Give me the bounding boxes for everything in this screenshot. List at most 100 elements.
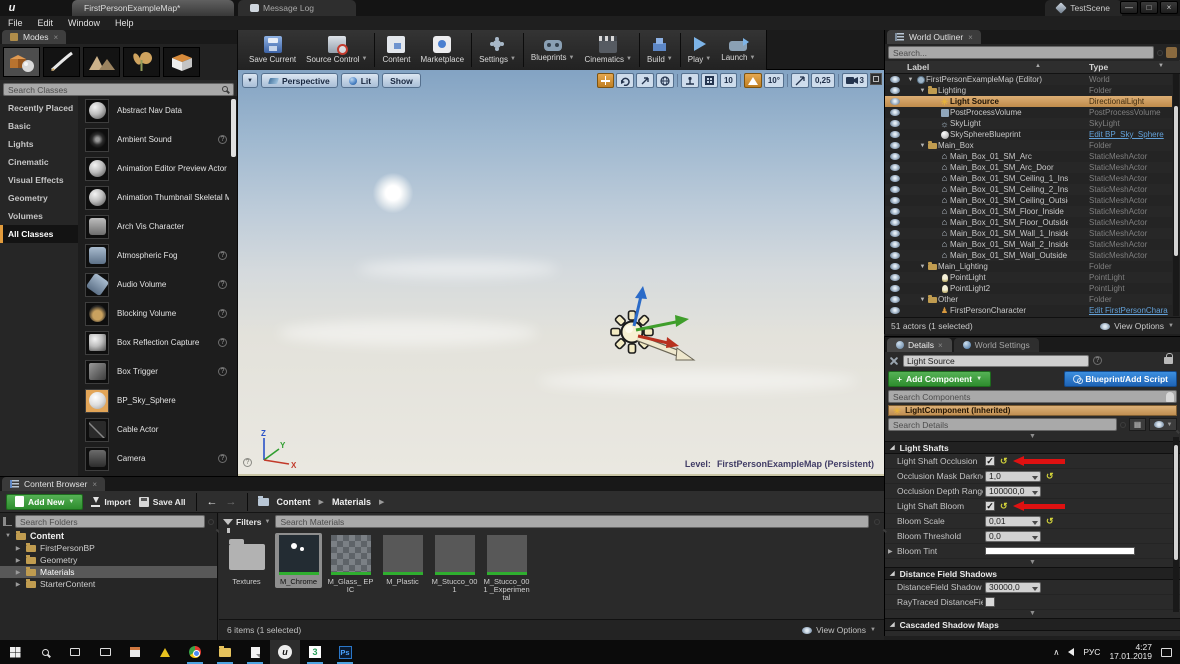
visibility-eye-icon[interactable] (890, 120, 900, 127)
visibility-eye-icon[interactable] (890, 263, 900, 270)
language-indicator[interactable]: РУС (1083, 647, 1100, 657)
save-all-button[interactable]: Save All (138, 496, 186, 507)
visibility-eye-icon[interactable] (890, 230, 900, 237)
table-row[interactable]: ⌂ Main_Box_01_SM_Floor_Outside StaticMeshA… (885, 217, 1172, 228)
grid-snap-value[interactable]: 10 (719, 73, 737, 88)
geometry-mode-button[interactable] (163, 47, 200, 77)
save-current-button[interactable]: Save Current (244, 35, 301, 66)
taskbar-clock[interactable]: 4:27 17.01.2019 (1109, 642, 1152, 662)
section-cascaded-shadow-maps[interactable]: ◢ Cascaded Shadow Maps (885, 618, 1180, 631)
file-explorer-button[interactable] (210, 640, 240, 664)
lit-mode-button[interactable]: Lit (340, 73, 380, 88)
start-button[interactable] (0, 640, 30, 664)
table-row[interactable]: ⌂ Main_Box_01_SM_Wall_2_Inside StaticMeshA… (885, 239, 1172, 250)
asset-m-glass-epic[interactable]: M_Glass_ EPIC (327, 533, 374, 596)
expander-icon[interactable]: ▼ (918, 297, 927, 303)
close-button[interactable]: × (1160, 1, 1178, 14)
table-row[interactable]: ♟ FirstPersonCharacter Edit FirstPersonCha… (885, 305, 1172, 316)
table-row[interactable]: ⌂ Main_Box_01_SM_Floor_Inside StaticMeshAc… (885, 206, 1172, 217)
list-item[interactable]: Audio Volume? (78, 270, 237, 299)
add-component-button[interactable]: + Add Component ▼ (888, 371, 992, 387)
scene-title-tab[interactable]: TestScene (1045, 0, 1122, 16)
category-visual-effects[interactable]: Visual Effects (0, 171, 78, 189)
lock-icon[interactable] (1164, 353, 1173, 364)
expander-icon[interactable]: ▶ (14, 557, 22, 564)
table-row[interactable]: ⌂ Main_Box_01_SM_Ceiling_Outside StaticMes… (885, 195, 1172, 206)
tab-world-settings[interactable]: World Settings (953, 338, 1039, 352)
task-view-button[interactable] (60, 640, 90, 664)
chevron-down-icon[interactable]: ▼ (1158, 63, 1164, 69)
import-button[interactable]: Import (91, 496, 131, 507)
asset-m-stucco-001[interactable]: M_Stucco_001 (431, 533, 478, 596)
maximize-viewport-button[interactable] (870, 73, 882, 85)
table-row[interactable]: ☼ SkyLight SkyLight (885, 118, 1172, 129)
table-row[interactable]: PointLight PointLight (885, 272, 1172, 283)
cinematics-button[interactable]: Cinematics ▼ (579, 35, 637, 66)
column-type[interactable]: Type (1089, 62, 1108, 72)
marketplace-button[interactable]: Marketplace (415, 35, 469, 66)
table-row[interactable]: ⌂ Main_Box_01_SM_Wall_Outside StaticMeshAc… (885, 250, 1172, 261)
view-options-button[interactable]: View Options ▼ (1100, 321, 1174, 331)
visibility-eye-icon[interactable] (890, 109, 900, 116)
angle-snap-value[interactable]: 10° (763, 73, 784, 88)
notes-button[interactable] (240, 640, 270, 664)
distancefield-shadow-distance-field[interactable]: 30000,0 (985, 581, 1041, 593)
occlusion-depth-range-field[interactable]: 100000,0 (985, 485, 1041, 497)
blueprint-add-script-button[interactable]: Blueprint/Add Script (1064, 371, 1177, 387)
help-icon[interactable]: ? (218, 251, 227, 260)
expander-icon[interactable]: ▶ (14, 569, 22, 576)
tab-details[interactable]: Details × (887, 338, 952, 352)
visibility-eye-icon[interactable] (890, 296, 900, 303)
asset-m-chrome-selected[interactable]: M_Chrome (275, 533, 322, 588)
foliage-mode-button[interactable] (123, 47, 160, 77)
tab-map[interactable]: FirstPersonExampleMap* (72, 0, 234, 16)
outliner-search-input[interactable] (888, 46, 1154, 59)
expander-caret[interactable]: ▼ (885, 559, 1180, 567)
help-icon[interactable]: ? (218, 135, 227, 144)
world-local-toggle[interactable] (655, 73, 674, 88)
section-distance-field-shadows[interactable]: ◢ Distance Field Shadows (885, 567, 1180, 580)
help-icon[interactable]: ? (1093, 356, 1102, 365)
help-icon[interactable]: ? (218, 367, 227, 376)
close-icon[interactable]: × (968, 33, 973, 42)
table-row[interactable]: ▼ Lighting Folder (885, 85, 1172, 96)
table-row[interactable]: SkySphereBlueprint Edit BP_Sky_Sphere (885, 129, 1172, 140)
minimize-button[interactable]: — (1120, 1, 1138, 14)
category-all-classes[interactable]: All Classes (0, 225, 78, 243)
visibility-eye-icon[interactable] (890, 153, 900, 160)
aimp-button[interactable] (150, 640, 180, 664)
edit-character-link[interactable]: Edit FirstPersonChara (1089, 306, 1168, 315)
expander-icon[interactable]: ▶ (888, 548, 893, 555)
visibility-eye-icon[interactable] (890, 76, 900, 83)
volume-icon[interactable] (1068, 648, 1075, 656)
notification-center-icon[interactable] (1161, 647, 1172, 657)
place-mode-button[interactable] (3, 47, 40, 77)
visibility-eye-icon[interactable] (890, 197, 900, 204)
scale-snap-value[interactable]: 0,25 (810, 73, 835, 88)
category-lights[interactable]: Lights (0, 135, 78, 153)
list-item[interactable]: BP_Sky_Sphere (78, 386, 237, 415)
tree-item-geometry[interactable]: ▶ Geometry (0, 554, 217, 566)
list-item[interactable]: Blocking Volume? (78, 299, 237, 328)
table-row[interactable]: ▼ FirstPersonExampleMap (Editor) World (885, 74, 1172, 85)
bloom-tint-color-swatch[interactable] (985, 547, 1135, 555)
help-icon[interactable]: ? (218, 454, 227, 463)
edit-blueprint-link[interactable]: Edit BP_Sky_Sphere (1089, 130, 1164, 139)
tab-modes[interactable]: Modes × (2, 30, 67, 44)
expander-icon[interactable]: ▼ (918, 264, 927, 270)
settings-button[interactable]: Settings ▼ (474, 35, 521, 66)
search-folders-input[interactable] (15, 515, 205, 528)
maximize-button[interactable]: □ (1140, 1, 1158, 14)
add-new-button[interactable]: Add New ▼ (6, 493, 84, 510)
tab-message-log[interactable]: Message Log (238, 0, 356, 16)
list-item[interactable]: Abstract Nav Data (78, 96, 237, 125)
bloom-threshold-field[interactable]: 0,0 (985, 530, 1041, 542)
search-assets-input[interactable] (275, 515, 869, 528)
close-icon[interactable]: × (54, 33, 59, 42)
3dsmax-button[interactable]: 3 (300, 640, 330, 664)
table-row-selected[interactable]: ☀ Light Source DirectionalLight (885, 96, 1172, 107)
list-item[interactable]: Cable Actor (78, 415, 237, 444)
back-arrow-icon[interactable]: ← (207, 496, 218, 507)
paint-mode-button[interactable] (43, 47, 80, 77)
scale-snap-button[interactable] (790, 73, 809, 88)
